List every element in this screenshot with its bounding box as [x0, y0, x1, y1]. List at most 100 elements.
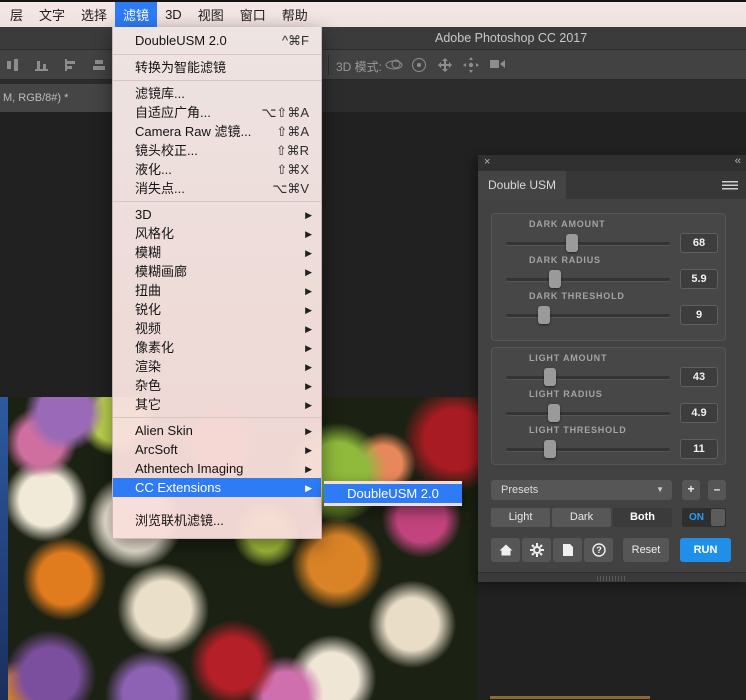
panel-tab-double-usm-2[interactable]: Double USM 2: [478, 171, 566, 199]
help-button[interactable]: ?: [584, 538, 613, 562]
menu-item-风格化[interactable]: 风格化 ▶: [113, 224, 321, 243]
slider-value-field[interactable]: 5.9: [680, 269, 718, 289]
slider-row: 9: [492, 305, 727, 325]
remove-preset-button[interactable]: –: [708, 480, 726, 500]
menu-item-DoubleUSM 2.0[interactable]: DoubleUSM 2.0^⌘F: [113, 30, 321, 51]
dark-sliders-group: DARK AMOUNT68DARK RADIUS5.9DARK THRESHOL…: [491, 213, 726, 341]
menubar: 层文字选择滤镜3D视图窗口帮助: [0, 2, 746, 27]
slide-3d-camera-icon[interactable]: [462, 56, 479, 72]
slider-thumb[interactable]: [548, 404, 560, 422]
menu-item-模糊画廊[interactable]: 模糊画廊▶: [113, 262, 321, 281]
menubar-item-窗口[interactable]: 窗口: [232, 2, 274, 27]
pan-3d-camera-icon[interactable]: [436, 56, 453, 72]
slider-label-light-threshold: LIGHT THRESHOLD: [529, 425, 627, 435]
segment-button-light[interactable]: Light: [491, 508, 550, 527]
segment-button-dark[interactable]: Dark: [552, 508, 611, 527]
menubar-item-文字[interactable]: 文字: [31, 2, 73, 27]
menu-item-渲染[interactable]: 渲染▶: [113, 357, 321, 376]
menu-item-模糊[interactable]: 模糊▶: [113, 243, 321, 262]
slider-value-field[interactable]: 4.9: [680, 403, 718, 423]
slider-thumb[interactable]: [538, 306, 550, 324]
menu-shortcut: ⇧⌘A: [276, 122, 309, 141]
slider-thumb[interactable]: [544, 368, 556, 386]
close-icon[interactable]: ×: [484, 156, 490, 168]
orbit-3d-camera-icon[interactable]: [384, 56, 401, 72]
slider-track[interactable]: [506, 376, 670, 379]
menu-item-其它[interactable]: 其它▶: [113, 395, 321, 414]
gear-button[interactable]: [522, 538, 551, 562]
slider-thumb[interactable]: [566, 234, 578, 252]
distribute-vertical-centers-icon[interactable]: [91, 57, 108, 73]
menu-item-浏览联机滤镜[interactable]: 浏览联机滤镜...: [113, 511, 321, 530]
menu-item-镜头校正[interactable]: 镜头校正...⇧⌘R: [113, 141, 321, 160]
menubar-item-视图[interactable]: 视图: [190, 2, 232, 27]
slider-value-field[interactable]: 9: [680, 305, 718, 325]
submenu-arrow-icon: ▶: [305, 206, 312, 225]
add-preset-button[interactable]: +: [682, 480, 700, 500]
align-left-edges-icon[interactable]: [62, 57, 79, 73]
slider-track[interactable]: [506, 448, 670, 451]
home-button[interactable]: [491, 538, 520, 562]
slider-value-field[interactable]: 43: [680, 367, 718, 387]
menu-item-消失点[interactable]: 消失点...⌥⌘V: [113, 179, 321, 198]
menu-item-3D[interactable]: 3D▶: [113, 205, 321, 224]
slider-value-field[interactable]: 68: [680, 233, 718, 253]
slider-value-field[interactable]: 11: [680, 439, 718, 459]
menu-item-液化[interactable]: 液化... ⇧⌘X: [113, 160, 321, 179]
menu-item-label: 滤镜库...: [135, 86, 185, 101]
menu-item-锐化[interactable]: 锐化▶: [113, 300, 321, 319]
segment-button-both[interactable]: Both: [613, 508, 672, 527]
slider-track[interactable]: [506, 314, 670, 317]
menu-item-滤镜库[interactable]: 滤镜库...: [113, 84, 321, 103]
on-toggle[interactable]: ON: [682, 508, 726, 527]
menu-item-label: 风格化: [135, 226, 174, 241]
presets-dropdown[interactable]: Presets ▼: [491, 480, 672, 500]
submenu-item-doubleusm[interactable]: DoubleUSM 2.0: [324, 484, 462, 503]
submenu-arrow-icon: ▶: [305, 479, 312, 498]
menubar-item-层[interactable]: 层: [2, 2, 31, 27]
menubar-item-滤镜[interactable]: 滤镜: [115, 2, 157, 27]
menu-item-CC Extensions[interactable]: CC Extensions▶: [113, 478, 321, 497]
slider-track[interactable]: [506, 242, 670, 245]
submenu-arrow-icon: ▶: [305, 396, 312, 415]
roll-3d-camera-icon[interactable]: [410, 56, 427, 72]
slider-track[interactable]: [506, 412, 670, 415]
menu-item-Athentech Imaging[interactable]: Athentech Imaging▶: [113, 459, 321, 478]
distribute-horizontal-centers-icon[interactable]: [4, 57, 21, 73]
menu-item-label: 液化...: [135, 162, 172, 177]
menu-item-Alien Skin[interactable]: Alien Skin▶: [113, 421, 321, 440]
menu-item-视频[interactable]: 视频▶: [113, 319, 321, 338]
on-toggle-knob[interactable]: [711, 509, 725, 526]
zoom-3d-camera-icon[interactable]: [488, 56, 505, 72]
menubar-item-帮助[interactable]: 帮助: [274, 2, 316, 27]
panel-resize-strip[interactable]: [478, 572, 746, 582]
slider-thumb[interactable]: [544, 440, 556, 458]
menu-shortcut: ⇧⌘X: [276, 160, 309, 179]
slider-thumb[interactable]: [549, 270, 561, 288]
menu-item-转换为智能滤镜[interactable]: 转换为智能滤镜: [113, 58, 321, 77]
menu-item-杂色[interactable]: 杂色▶: [113, 376, 321, 395]
menu-item-label: 自适应广角...: [135, 105, 211, 120]
app-title: Adobe Photoshop CC 2017: [435, 31, 587, 45]
menu-item-扭曲[interactable]: 扭曲▶: [113, 281, 321, 300]
collapse-panel-icon[interactable]: ‹‹: [735, 155, 740, 167]
submenu-arrow-icon: ▶: [305, 225, 312, 244]
document-button[interactable]: [553, 538, 582, 562]
reset-button[interactable]: Reset: [623, 538, 669, 562]
run-button[interactable]: RUN: [680, 538, 731, 562]
slider-row: 11: [492, 439, 727, 459]
chevron-down-icon: ▼: [656, 480, 664, 500]
align-bottom-edges-icon[interactable]: [33, 57, 50, 73]
submenu-arrow-icon: ▶: [305, 244, 312, 263]
menubar-item-3D[interactable]: 3D: [157, 4, 190, 25]
menu-item-Camera Raw 滤镜[interactable]: Camera Raw 滤镜...⇧⌘A: [113, 122, 321, 141]
menu-item-ArcSoft[interactable]: ArcSoft▶: [113, 440, 321, 459]
slider-track[interactable]: [506, 278, 670, 281]
slider-row: 43: [492, 367, 727, 387]
slider-label-dark-threshold: DARK THRESHOLD: [529, 291, 625, 301]
menu-item-自适应广角[interactable]: 自适应广角...⌥⇧⌘A: [113, 103, 321, 122]
menu-item-像素化[interactable]: 像素化▶: [113, 338, 321, 357]
document-tab[interactable]: M, RGB/8#) *: [0, 84, 115, 112]
menubar-item-选择[interactable]: 选择: [73, 2, 115, 27]
panel-menu-icon[interactable]: [722, 181, 738, 190]
